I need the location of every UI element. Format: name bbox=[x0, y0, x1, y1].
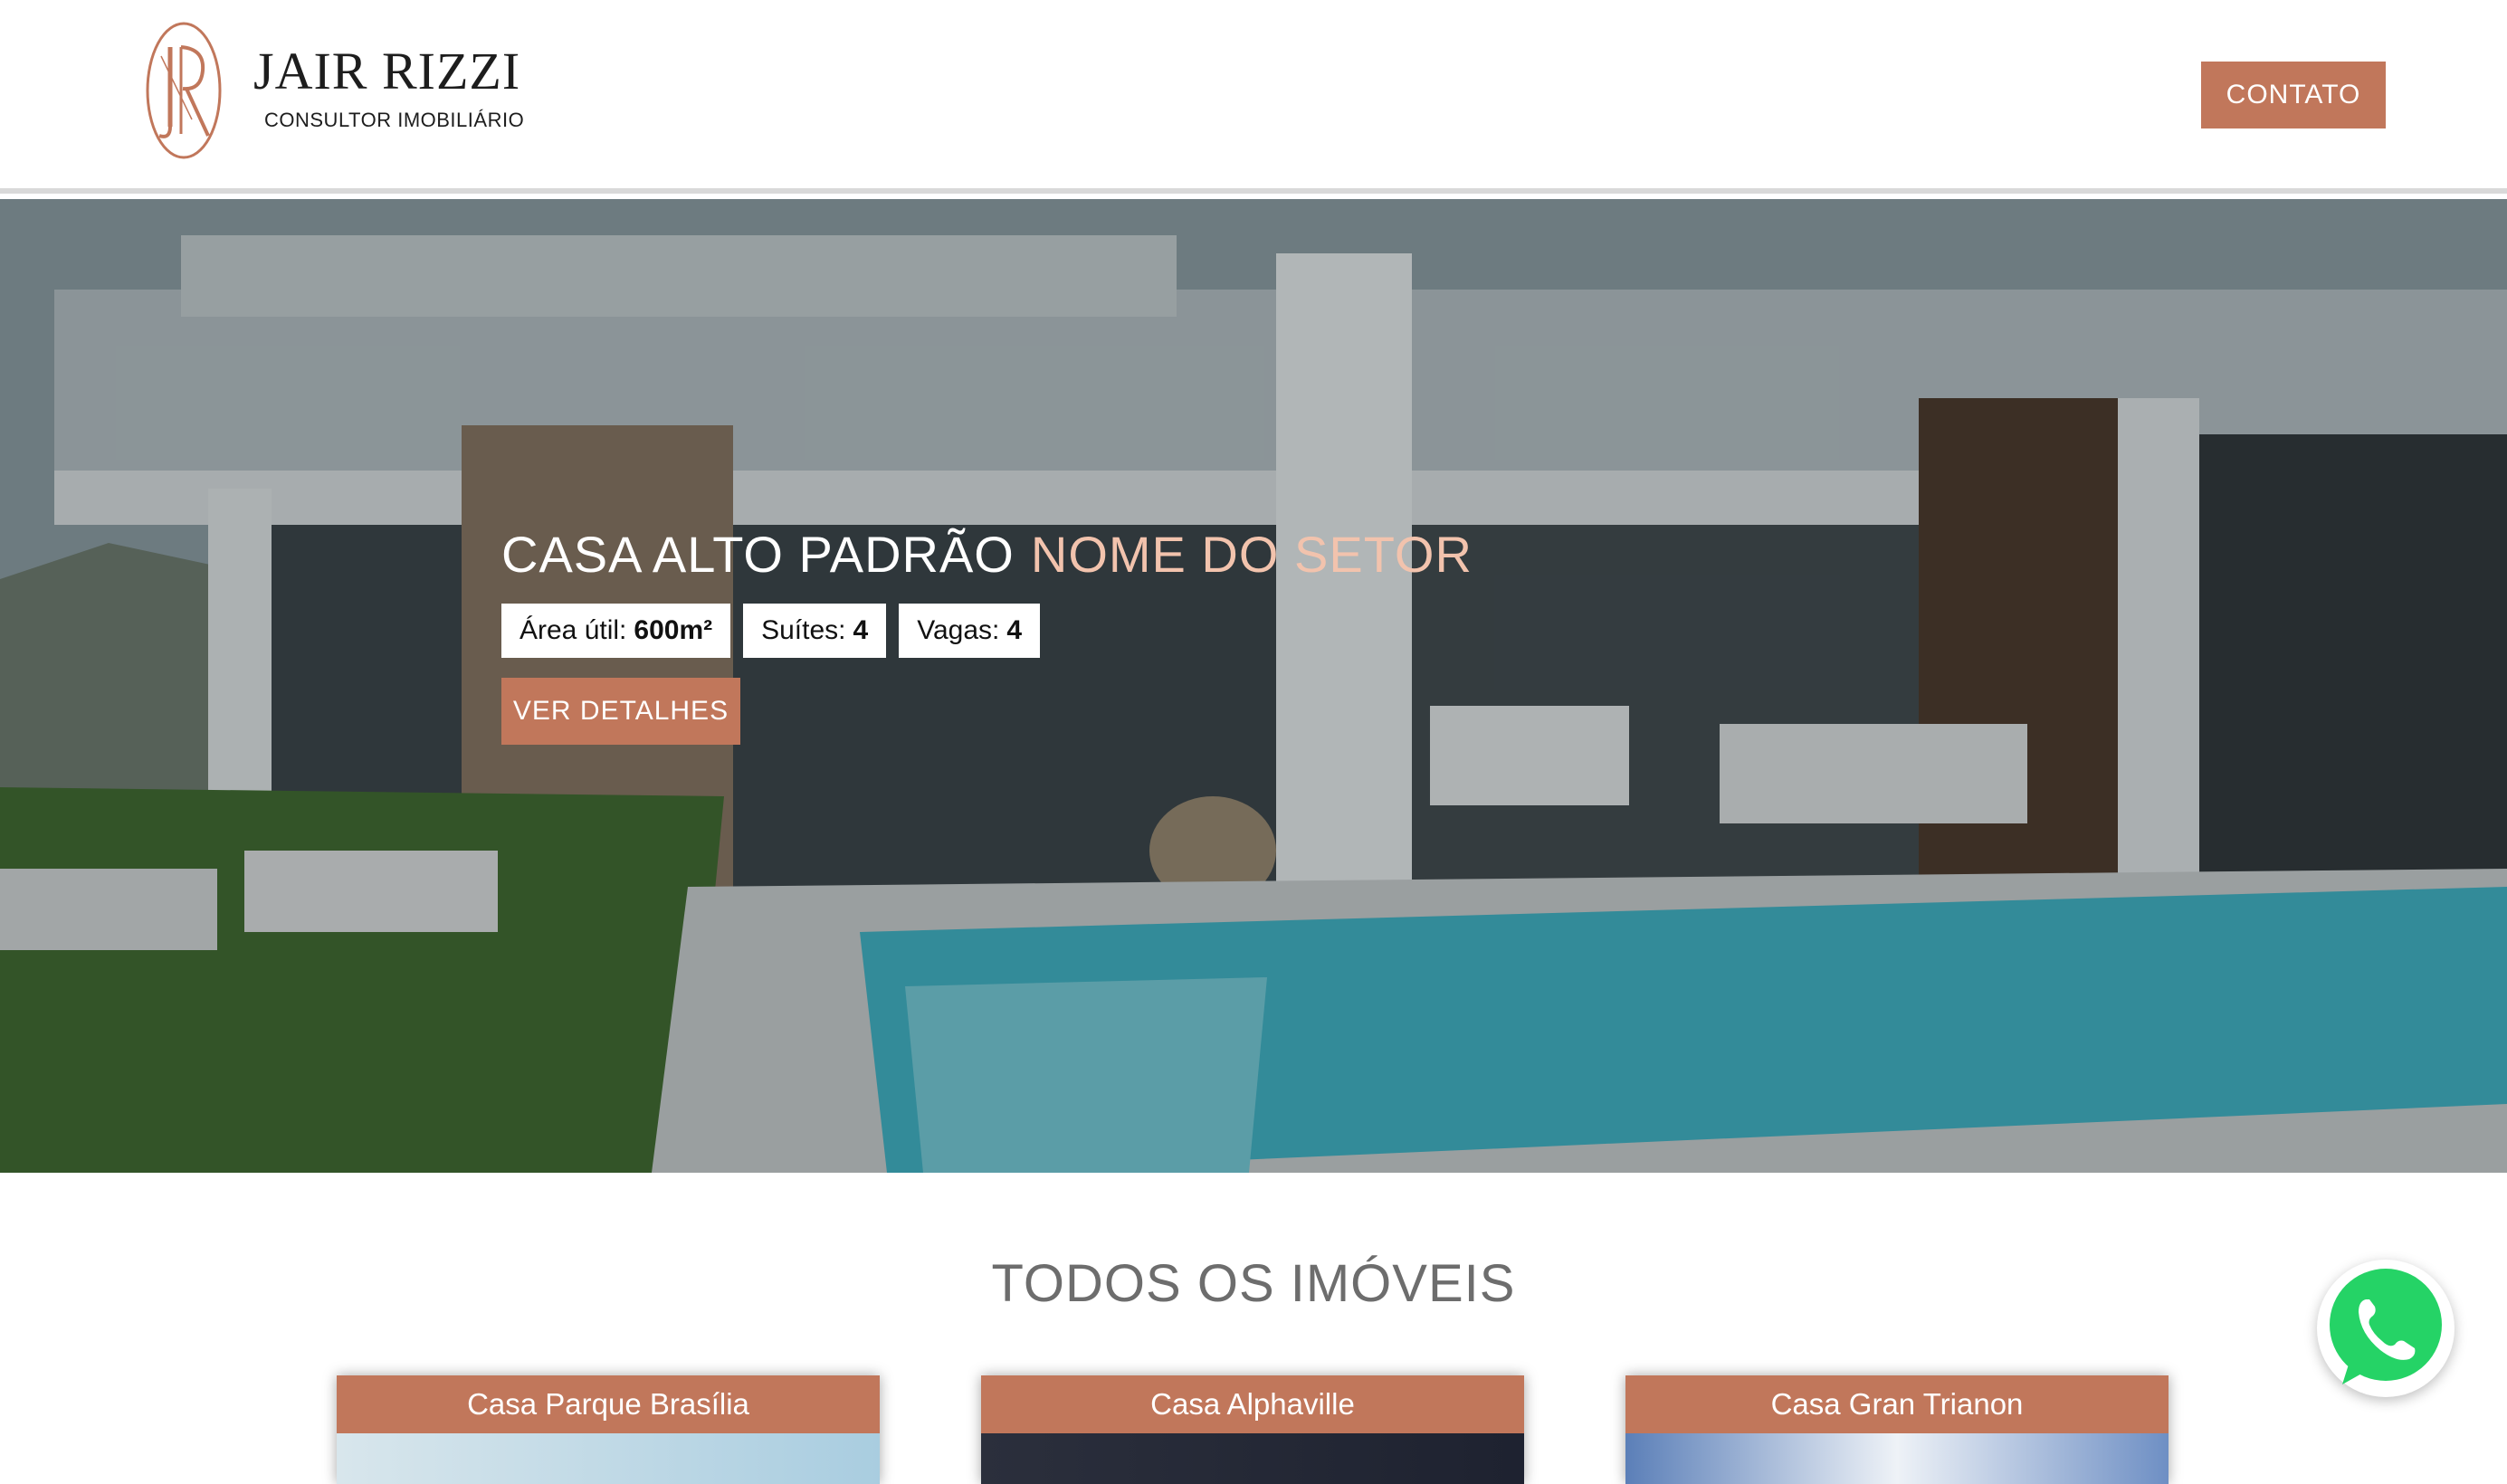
card-title[interactable]: Casa Alphaville bbox=[981, 1375, 1524, 1433]
feature-value: 600m² bbox=[634, 615, 713, 645]
whatsapp-icon bbox=[2330, 1269, 2442, 1384]
brand-text: JAIR RIZZI CONSULTOR IMOBILIÁRIO bbox=[253, 45, 524, 132]
card-title[interactable]: Casa Parque Brasília bbox=[337, 1375, 880, 1433]
feature-label: Área útil: bbox=[520, 615, 627, 645]
hero-content: CASA ALTO PADRÃO NOME DO SETOR Área útil:… bbox=[501, 525, 1473, 745]
feature-area: Área útil: 600m² bbox=[501, 604, 731, 658]
hero-title: CASA ALTO PADRÃO NOME DO SETOR bbox=[501, 525, 1473, 584]
sector-name: NOME DO SETOR bbox=[1030, 526, 1473, 583]
card-image[interactable] bbox=[1625, 1433, 2169, 1484]
section-title: TODOS OS IMÓVEIS bbox=[991, 1254, 1516, 1313]
feature-parking: Vagas: 4 bbox=[899, 604, 1041, 658]
brand-name: JAIR RIZZI bbox=[253, 42, 521, 100]
brand-logo[interactable]: JAIR RIZZI CONSULTOR IMOBILIÁRIO bbox=[145, 20, 525, 161]
card-image[interactable] bbox=[981, 1433, 1524, 1484]
whatsapp-button[interactable] bbox=[2317, 1260, 2455, 1397]
feature-label: Vagas: bbox=[917, 615, 1000, 645]
brand-subtitle: CONSULTOR IMOBILIÁRIO bbox=[264, 109, 525, 131]
site-header: JAIR RIZZI CONSULTOR IMOBILIÁRIO CONTATO bbox=[0, 0, 2507, 194]
property-card[interactable]: Casa Gran Trianon bbox=[1625, 1375, 2169, 1484]
property-type: CASA ALTO PADRÃO bbox=[501, 526, 1015, 583]
contact-button[interactable]: CONTATO bbox=[2201, 62, 2386, 128]
view-details-button[interactable]: VER DETALHES bbox=[501, 678, 740, 745]
jr-monogram-icon bbox=[146, 22, 222, 159]
feature-suites: Suítes: 4 bbox=[743, 604, 887, 658]
property-features: Área útil: 600m² Suítes: 4 Vagas: 4 bbox=[501, 604, 1473, 658]
card-image[interactable] bbox=[337, 1433, 880, 1484]
card-title[interactable]: Casa Gran Trianon bbox=[1625, 1375, 2169, 1433]
property-card[interactable]: Casa Alphaville bbox=[981, 1375, 1524, 1484]
feature-value: 4 bbox=[853, 615, 869, 645]
feature-label: Suítes: bbox=[761, 615, 846, 645]
feature-value: 4 bbox=[1006, 615, 1023, 645]
property-card[interactable]: Casa Parque Brasília bbox=[337, 1375, 880, 1484]
hero-banner: CASA ALTO PADRÃO NOME DO SETOR Área útil:… bbox=[0, 199, 2507, 1173]
